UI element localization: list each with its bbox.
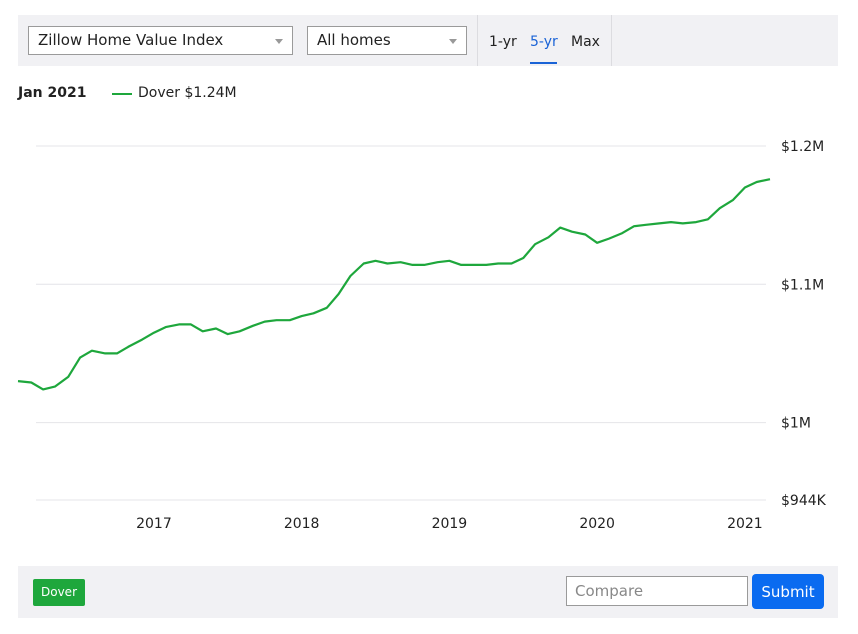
y-tick-label: $1.2M — [781, 139, 824, 155]
x-tick-label: 2019 — [432, 516, 468, 532]
compare-input[interactable] — [566, 576, 748, 606]
x-tick-label: 2017 — [136, 516, 172, 532]
submit-button[interactable]: Submit — [752, 574, 824, 609]
chart-gridlines — [36, 145, 766, 501]
price-chart: $1.2M $1.1M $1M $944K 2017 2018 2019 2020 2021 — [17, 139, 827, 532]
y-tick-label: $1M — [781, 416, 811, 432]
y-tick-label: $944K — [781, 493, 827, 509]
y-axis-ticks: $1.2M $1.1M $1M $944K — [781, 139, 827, 509]
x-tick-label: 2020 — [579, 516, 615, 532]
x-axis-ticks: 2017 2018 2019 2020 2021 — [136, 516, 763, 532]
series-chip-dover[interactable]: Dover — [33, 579, 85, 606]
compare-bar: Dover Submit — [18, 566, 838, 618]
x-tick-label: 2018 — [284, 516, 320, 532]
y-tick-label: $1.1M — [781, 277, 824, 293]
x-tick-label: 2021 — [727, 516, 763, 532]
